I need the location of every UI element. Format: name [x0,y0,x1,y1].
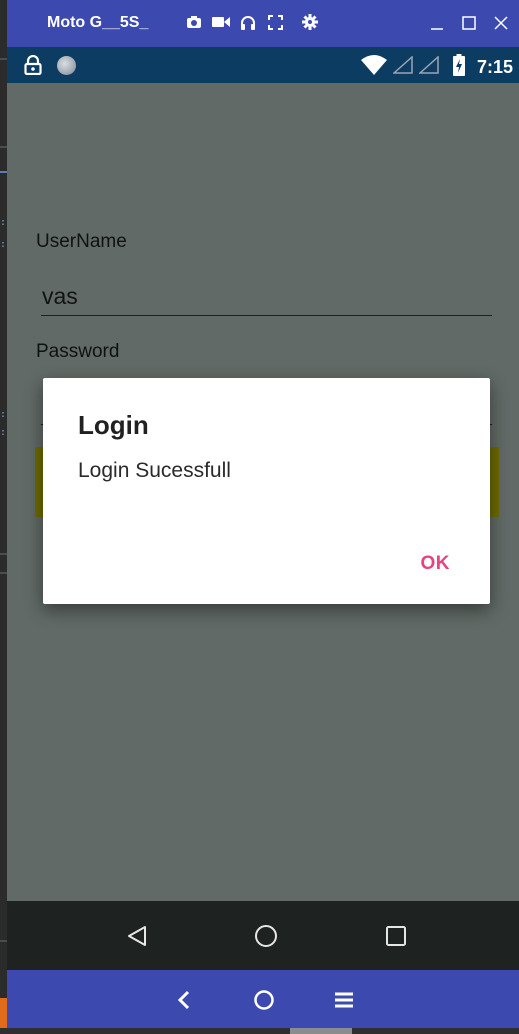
back-triangle-icon[interactable] [123,922,151,950]
emulator-title-bar: Moto G__5S_ [7,0,519,47]
home-circle-icon[interactable] [252,922,280,950]
lock-icon [24,54,42,80]
status-time: 7:15 [476,57,513,77]
device-name: Moto G__5S_ [47,14,149,31]
headphones-icon[interactable] [239,13,257,31]
recents-square-icon[interactable] [382,922,410,950]
minimize-icon[interactable] [427,12,447,34]
navigation-bar [7,901,519,970]
settings-icon[interactable] [301,13,319,31]
status-bar: 7:15 [7,47,519,83]
home-circle-icon[interactable] [251,987,277,1013]
ok-button[interactable]: OK [421,553,451,575]
emulator-bottom-controls [7,970,519,1028]
password-label: Password [36,341,120,362]
resize-handle[interactable] [290,1028,352,1034]
window-bottom-edge [0,1028,519,1034]
maximize-icon[interactable] [459,12,479,34]
dialog-title: Login [78,410,149,440]
login-dialog: Login Login Sucessfull OK [43,378,490,604]
notification-dot-icon [57,56,76,75]
emulator-toolbar [185,13,319,31]
window-controls [427,12,511,34]
battery-charging-icon [452,54,465,81]
camera-icon[interactable] [185,13,203,31]
username-label: UserName [36,231,127,252]
back-chevron-icon[interactable] [171,987,197,1013]
video-icon[interactable] [212,13,230,31]
username-input[interactable]: vas [42,283,78,310]
status-icons: 7:15 [360,54,513,81]
close-icon[interactable] [491,12,511,34]
emulator-window: : : : : Moto G__5S_ 7:15 UserName vas Pa… [0,0,519,1034]
username-underline [41,315,492,316]
wifi-icon [360,55,387,80]
menu-icon[interactable] [331,987,357,1013]
signal-icon [417,55,439,79]
signal-icon [391,55,413,79]
dialog-message: Login Sucessfull [78,459,231,482]
fullscreen-icon[interactable] [266,13,284,31]
